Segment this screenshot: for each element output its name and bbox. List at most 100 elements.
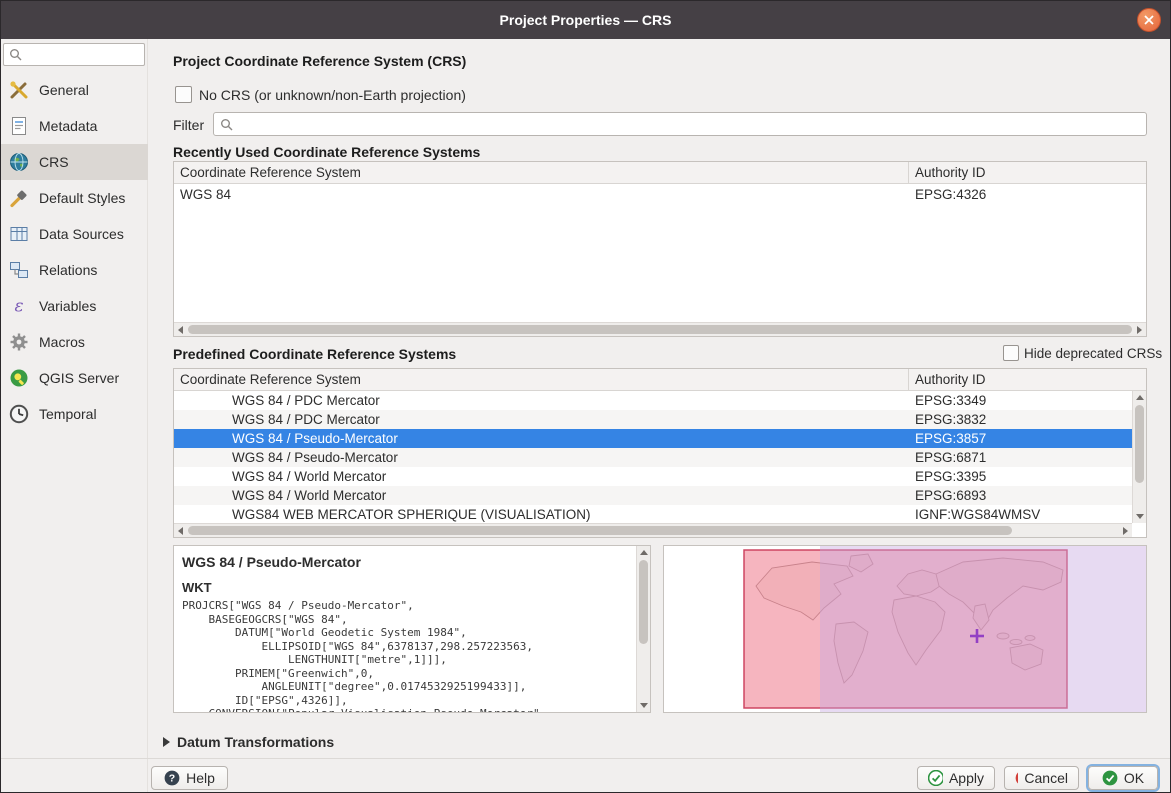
scroll-left-icon[interactable] bbox=[178, 527, 183, 535]
scroll-down-icon[interactable] bbox=[1136, 514, 1144, 519]
crs-icon bbox=[8, 151, 30, 173]
default-styles-icon bbox=[8, 187, 30, 209]
sidebar-item-label: Variables bbox=[39, 298, 96, 314]
cancel-x-icon bbox=[1015, 770, 1018, 786]
ok-check-icon bbox=[1102, 770, 1118, 786]
sidebar-item-general[interactable]: General bbox=[1, 72, 148, 108]
macros-icon bbox=[8, 331, 30, 353]
wkt-label: WKT bbox=[182, 580, 650, 595]
ok-button-label: OK bbox=[1124, 770, 1144, 786]
sidebar-item-label: Macros bbox=[39, 334, 85, 350]
column-header-authority[interactable]: Authority ID bbox=[909, 162, 1146, 183]
ok-button[interactable]: OK bbox=[1088, 766, 1158, 790]
help-button-label: Help bbox=[186, 770, 215, 786]
table-row[interactable]: WGS 84 / PDC Mercator EPSG:3349 bbox=[174, 391, 1132, 410]
sidebar-item-crs[interactable]: CRS bbox=[1, 144, 148, 180]
predefined-table-header: Coordinate Reference System Authority ID bbox=[174, 369, 1146, 391]
cancel-button[interactable]: Cancel bbox=[1004, 766, 1079, 790]
selected-crs-name: WGS 84 / Pseudo-Mercator bbox=[182, 554, 650, 570]
sidebar-item-label: CRS bbox=[39, 154, 69, 170]
sidebar-item-variables[interactable]: ε Variables bbox=[1, 288, 148, 324]
table-row[interactable]: WGS 84 / PDC Mercator EPSG:3832 bbox=[174, 410, 1132, 429]
datum-transformations-expander[interactable]: Datum Transformations bbox=[163, 734, 334, 750]
page-title: Project Coordinate Reference System (CRS… bbox=[173, 53, 466, 69]
relations-icon bbox=[8, 259, 30, 281]
sidebar-item-metadata[interactable]: Metadata bbox=[1, 108, 148, 144]
table-row[interactable]: WGS 84 / Pseudo-Mercator EPSG:6871 bbox=[174, 448, 1132, 467]
column-header-authority[interactable]: Authority ID bbox=[909, 369, 1146, 390]
crs-extent-map-panel bbox=[663, 545, 1147, 713]
close-button[interactable] bbox=[1137, 8, 1161, 32]
cancel-button-label: Cancel bbox=[1024, 770, 1068, 786]
apply-button-label: Apply bbox=[949, 770, 984, 786]
scroll-thumb[interactable] bbox=[188, 325, 1132, 334]
data-sources-icon bbox=[8, 223, 30, 245]
table-row[interactable]: WGS 84 / World Mercator EPSG:6893 bbox=[174, 486, 1132, 505]
wkt-vscrollbar[interactable] bbox=[636, 546, 650, 712]
sidebar-item-default-styles[interactable]: Default Styles bbox=[1, 180, 148, 216]
help-button[interactable]: ? Help bbox=[151, 766, 228, 790]
predefined-vscrollbar[interactable] bbox=[1132, 391, 1146, 523]
predefined-hscrollbar[interactable] bbox=[174, 523, 1132, 537]
apply-check-icon bbox=[928, 770, 943, 786]
table-row[interactable]: WGS84 WEB MERCATOR SPHERIQUE (VISUALISAT… bbox=[174, 505, 1132, 524]
sidebar-item-label: Metadata bbox=[39, 118, 97, 134]
project-properties-dialog: Project Properties — CRS General Metadat… bbox=[0, 0, 1171, 793]
footer-separator bbox=[1, 758, 1170, 759]
variables-icon: ε bbox=[8, 295, 30, 317]
sidebar-item-label: Relations bbox=[39, 262, 97, 278]
titlebar[interactable]: Project Properties — CRS bbox=[1, 1, 1170, 39]
predefined-crs-table: Coordinate Reference System Authority ID… bbox=[173, 368, 1147, 538]
general-icon bbox=[8, 79, 30, 101]
sidebar-search-input[interactable] bbox=[26, 47, 144, 62]
table-row[interactable]: WGS 84 / World Mercator EPSG:3395 bbox=[174, 467, 1132, 486]
recent-crs-title: Recently Used Coordinate Reference Syste… bbox=[173, 144, 480, 160]
filter-input[interactable] bbox=[233, 113, 1146, 135]
sidebar-item-label: Temporal bbox=[39, 406, 97, 422]
filter-label: Filter bbox=[173, 117, 204, 133]
column-header-crs[interactable]: Coordinate Reference System bbox=[174, 369, 909, 390]
scroll-thumb[interactable] bbox=[639, 560, 648, 644]
filter-field[interactable] bbox=[213, 112, 1147, 136]
hide-deprecated-label: Hide deprecated CRSs bbox=[1024, 346, 1162, 361]
recent-hscrollbar[interactable] bbox=[174, 322, 1146, 336]
scroll-up-icon[interactable] bbox=[640, 550, 648, 555]
datum-transformations-label: Datum Transformations bbox=[177, 734, 334, 750]
sidebar: General Metadata CRS Default Styles Data… bbox=[1, 39, 148, 792]
temporal-icon bbox=[8, 403, 30, 425]
svg-text:ε: ε bbox=[14, 297, 23, 317]
scroll-up-icon[interactable] bbox=[1136, 395, 1144, 400]
sidebar-item-label: Data Sources bbox=[39, 226, 124, 242]
search-icon bbox=[220, 118, 233, 131]
sidebar-item-macros[interactable]: Macros bbox=[1, 324, 148, 360]
sidebar-search-box[interactable] bbox=[3, 43, 145, 66]
scroll-thumb[interactable] bbox=[1135, 405, 1144, 483]
table-row[interactable]: WGS 84 EPSG:4326 bbox=[174, 184, 1146, 204]
hide-deprecated-checkbox[interactable] bbox=[1003, 345, 1019, 361]
no-crs-label: No CRS (or unknown/non-Earth projection) bbox=[199, 87, 466, 103]
table-row-selected[interactable]: WGS 84 / Pseudo-Mercator EPSG:3857 bbox=[174, 429, 1132, 448]
sidebar-item-label: QGIS Server bbox=[39, 370, 119, 386]
scroll-right-icon[interactable] bbox=[1137, 326, 1142, 334]
world-map-preview bbox=[664, 546, 1146, 712]
wkt-panel: WGS 84 / Pseudo-Mercator WKT PROJCRS["WG… bbox=[173, 545, 651, 713]
column-header-crs[interactable]: Coordinate Reference System bbox=[174, 162, 909, 183]
scroll-thumb[interactable] bbox=[188, 526, 1012, 535]
sidebar-item-temporal[interactable]: Temporal bbox=[1, 396, 148, 432]
wkt-definition: PROJCRS["WGS 84 / Pseudo-Mercator", BASE… bbox=[182, 599, 650, 713]
help-icon: ? bbox=[164, 770, 180, 786]
scroll-down-icon[interactable] bbox=[640, 703, 648, 708]
apply-button[interactable]: Apply bbox=[917, 766, 995, 790]
no-crs-checkbox[interactable] bbox=[175, 86, 192, 103]
recent-table-header: Coordinate Reference System Authority ID bbox=[174, 162, 1146, 184]
scroll-right-icon[interactable] bbox=[1123, 527, 1128, 535]
sidebar-item-relations[interactable]: Relations bbox=[1, 252, 148, 288]
predefined-crs-title: Predefined Coordinate Reference Systems bbox=[173, 346, 456, 362]
scroll-left-icon[interactable] bbox=[178, 326, 183, 334]
svg-text:?: ? bbox=[169, 773, 175, 785]
qgis-server-icon bbox=[8, 367, 30, 389]
sidebar-item-data-sources[interactable]: Data Sources bbox=[1, 216, 148, 252]
sidebar-item-label: Default Styles bbox=[39, 190, 125, 206]
sidebar-item-qgis-server[interactable]: QGIS Server bbox=[1, 360, 148, 396]
search-icon bbox=[9, 48, 22, 61]
